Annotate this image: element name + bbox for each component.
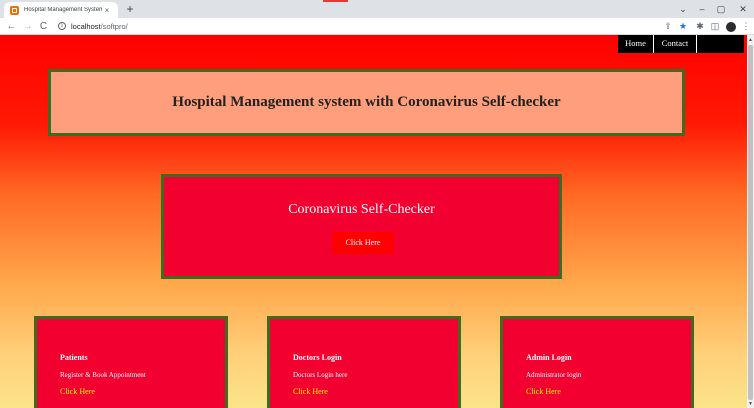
page-scrollbar[interactable]: ▲ ▼ bbox=[747, 35, 754, 408]
browser-toolbar: ← → C i localhost/softpro/ ⇪ ★ ✱ ◫ ⋮ bbox=[0, 18, 754, 35]
page-title: Hospital Management system with Coronavi… bbox=[172, 94, 561, 110]
patients-card: Patients Register & Book Appointment Cli… bbox=[34, 316, 228, 408]
scroll-thumb[interactable] bbox=[748, 45, 753, 400]
card-title: Admin Login bbox=[526, 353, 572, 362]
scroll-up-icon[interactable]: ▲ bbox=[748, 37, 753, 43]
page-viewport: Home Contact Hospital Management system … bbox=[0, 35, 747, 408]
tab-search-icon[interactable]: ⌄ bbox=[676, 2, 690, 16]
card-description: Register & Book Appointment bbox=[60, 371, 146, 379]
forward-icon[interactable]: → bbox=[21, 19, 34, 34]
url-host: localhost bbox=[71, 22, 101, 31]
self-checker-title: Coronavirus Self-Checker bbox=[288, 202, 435, 217]
sidepanel-icon[interactable]: ◫ bbox=[709, 19, 721, 34]
address-bar[interactable]: localhost/softpro/ bbox=[71, 19, 128, 34]
admin-card: Admin Login Administrator login Click He… bbox=[500, 316, 694, 408]
star-icon[interactable]: ★ bbox=[677, 19, 689, 34]
extensions-icon[interactable]: ✱ bbox=[694, 19, 706, 34]
back-icon[interactable]: ← bbox=[5, 19, 18, 34]
self-checker-button[interactable]: Click Here bbox=[332, 232, 394, 254]
minimize-icon[interactable]: – bbox=[695, 2, 709, 16]
tab-title: Hospital Management System bbox=[24, 7, 102, 13]
doctors-click-here-link[interactable]: Click Here bbox=[293, 387, 328, 396]
close-window-icon[interactable]: ✕ bbox=[736, 2, 750, 16]
header-banner: Hospital Management system with Coronavi… bbox=[48, 69, 685, 136]
doctors-card: Doctors Login Doctors Login here Click H… bbox=[267, 316, 461, 408]
patients-click-here-link[interactable]: Click Here bbox=[60, 387, 95, 396]
card-description: Doctors Login here bbox=[293, 371, 348, 379]
admin-click-here-link[interactable]: Click Here bbox=[526, 387, 561, 396]
browser-tab-strip: Hospital Management System × + ⌄ – ▢ ✕ bbox=[0, 0, 754, 18]
card-title: Patients bbox=[60, 353, 88, 362]
top-nav: Home Contact bbox=[618, 35, 744, 53]
card-title: Doctors Login bbox=[293, 353, 342, 362]
profile-icon[interactable] bbox=[726, 22, 736, 32]
menu-icon[interactable]: ⋮ bbox=[740, 19, 752, 34]
nav-home-link[interactable]: Home bbox=[618, 35, 654, 53]
tab-accent-line bbox=[323, 0, 348, 2]
site-info-icon[interactable]: i bbox=[58, 22, 66, 30]
maximize-icon[interactable]: ▢ bbox=[714, 2, 728, 16]
card-description: Administrator login bbox=[526, 371, 582, 379]
new-tab-icon[interactable]: + bbox=[124, 2, 136, 16]
share-icon[interactable]: ⇪ bbox=[662, 19, 674, 34]
browser-tab[interactable]: Hospital Management System × bbox=[4, 2, 118, 18]
self-checker-panel: Coronavirus Self-Checker Click Here bbox=[161, 174, 562, 279]
url-path: /softpro/ bbox=[100, 22, 128, 31]
scroll-down-icon[interactable]: ▼ bbox=[748, 401, 753, 407]
site-favicon-icon bbox=[10, 5, 19, 15]
tab-close-icon[interactable]: × bbox=[102, 6, 112, 15]
nav-contact-link[interactable]: Contact bbox=[654, 35, 697, 53]
reload-icon[interactable]: C bbox=[37, 19, 50, 34]
